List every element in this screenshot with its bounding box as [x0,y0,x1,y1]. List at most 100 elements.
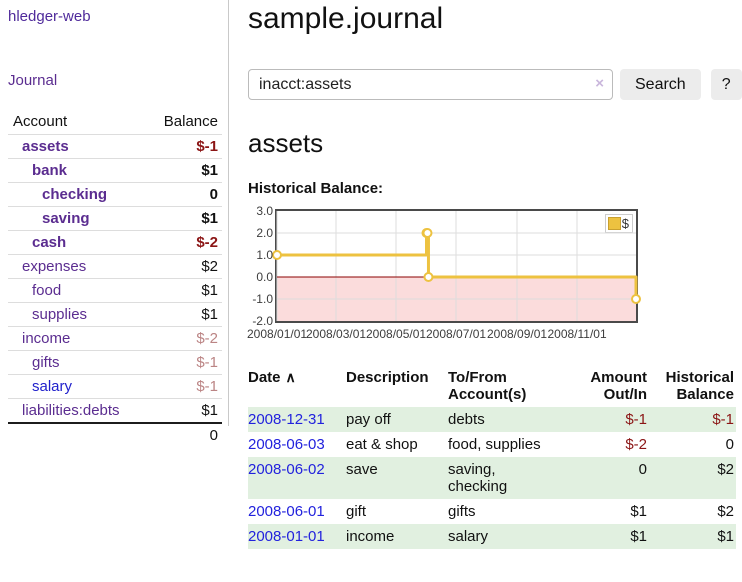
sidebar-account-link[interactable]: cash [32,234,66,251]
transaction-balance: $-1 [649,407,736,432]
sidebar-account-link[interactable]: salary [32,378,72,395]
register-header-amount: Amount Out/In [561,365,649,407]
y-axis-tick-label: 2.0 [248,226,273,240]
register-row: 2008-01-01incomesalary$1$1 [248,524,736,549]
transaction-accounts: food, supplies [448,432,561,457]
sidebar-account-link[interactable]: income [22,330,70,347]
sidebar-account-link[interactable]: food [32,282,61,299]
account-balance: $1 [146,399,222,424]
transaction-accounts: salary [448,524,561,549]
transaction-date-link[interactable]: 2008-06-02 [248,457,346,499]
account-balance: $-1 [146,351,222,375]
y-axis-tick-label: 1.0 [248,248,273,262]
search-input[interactable] [248,69,613,100]
help-button[interactable]: ? [711,69,742,100]
x-axis-tick-label: 2008/09/01 [487,327,547,341]
sidebar-account-link[interactable]: liabilities:debts [22,402,120,419]
account-balance: $1 [146,279,222,303]
account-row: gifts $-1 [8,351,222,375]
page: hledger-web Journal Account Balance asse… [0,0,742,549]
sidebar-account-link[interactable]: assets [22,138,69,155]
transaction-date-link[interactable]: 2008-12-31 [248,407,346,432]
account-balance: $1 [146,303,222,327]
account-row: liabilities:debts $1 [8,399,222,424]
search-button[interactable]: Search [620,69,701,100]
transaction-description: pay off [346,407,448,432]
register-row: 2008-06-01giftgifts$1$2 [248,499,736,524]
y-axis-tick-label: 0.0 [248,270,273,284]
x-axis-tick-label: 2008/01/01 [247,327,307,341]
transaction-description: save [346,457,448,499]
transaction-amount: $-2 [561,432,649,457]
account-row: salary $-1 [8,375,222,399]
register-header-description: Description [346,365,448,407]
accounts-header-row: Account Balance [8,110,222,135]
chart-plot-area: $ [275,209,638,323]
sidebar-account-link[interactable]: checking [42,186,107,203]
accounts-header-account: Account [8,110,146,135]
sidebar-account-link[interactable]: gifts [32,354,60,371]
sidebar-account-link[interactable]: saving [42,210,90,227]
search-bar: × Search ? [248,69,742,100]
account-balance: $1 [146,159,222,183]
account-row: assets $-1 [8,135,222,159]
transaction-amount: $-1 [561,407,649,432]
account-row: food $1 [8,279,222,303]
account-balance: $2 [146,255,222,279]
x-axis-tick-label: 2008/03/01 [306,327,366,341]
account-row: income $-2 [8,327,222,351]
transaction-balance: 0 [649,432,736,457]
account-balance: $-1 [146,375,222,399]
x-axis-tick-label: 2008/05/01 [366,327,426,341]
transaction-accounts: gifts [448,499,561,524]
clear-search-icon[interactable]: × [595,75,604,92]
account-balance: $-1 [146,135,222,159]
account-balance: 0 [146,183,222,207]
account-row: expenses $2 [8,255,222,279]
sidebar-account-link[interactable]: bank [32,162,67,179]
main-content: sample.journal × Search ? assets Histori… [229,0,742,549]
register-header-row: Date∧ Description To/From Account(s) Amo… [248,365,736,407]
transaction-description: eat & shop [346,432,448,457]
account-row: cash $-2 [8,231,222,255]
transaction-balance: $2 [649,457,736,499]
transaction-description: gift [346,499,448,524]
register-row: 2008-12-31pay offdebts$-1$-1 [248,407,736,432]
account-balance: $-2 [146,231,222,255]
sidebar-item-journal[interactable]: Journal [8,72,57,89]
register-row: 2008-06-02savesaving, checking0$2 [248,457,736,499]
transaction-balance: $2 [649,499,736,524]
transaction-accounts: saving, checking [448,457,561,499]
x-axis-tick-label: 2008/07/01 [426,327,486,341]
accounts-total-row: 0 [8,423,222,447]
chart-title: Historical Balance: [248,180,742,197]
sidebar-account-link[interactable]: supplies [32,306,87,323]
accounts-header-balance: Balance [146,110,222,135]
account-row: bank $1 [8,159,222,183]
page-title: sample.journal [248,2,742,36]
transaction-amount: $1 [561,499,649,524]
y-axis-tick-label: 3.0 [248,204,273,218]
sidebar-account-link[interactable]: expenses [22,258,86,275]
account-row: saving$1 [8,207,222,231]
x-axis-tick-label: 2008/11/01 [547,327,606,341]
historical-balance-chart: $ 3.02.01.00.0-1.0-2.02008/01/012008/03/… [248,203,735,341]
register-header-date: Date∧ [248,365,346,407]
account-row: checking 0 [8,183,222,207]
accounts-total: 0 [146,423,222,447]
transaction-date-link[interactable]: 2008-06-01 [248,499,346,524]
register-header-accounts: To/From Account(s) [448,365,561,407]
account-balance: $-2 [146,327,222,351]
transaction-balance: $1 [649,524,736,549]
sort-ascending-icon[interactable]: ∧ [286,369,296,385]
brand-link[interactable]: hledger-web [8,8,91,25]
y-axis-tick-label: -1.0 [248,292,273,306]
transaction-date-link[interactable]: 2008-01-01 [248,524,346,549]
sidebar: hledger-web Journal Account Balance asse… [0,0,229,426]
register-header-balance: Historical Balance [649,365,736,407]
accounts-table: Account Balance assets $-1 bank $1 checking 0… [8,110,222,447]
register-row: 2008-06-03eat & shopfood, supplies$-20 [248,432,736,457]
account-heading: assets [248,128,742,159]
transaction-date-link[interactable]: 2008-06-03 [248,432,346,457]
transaction-description: income [346,524,448,549]
